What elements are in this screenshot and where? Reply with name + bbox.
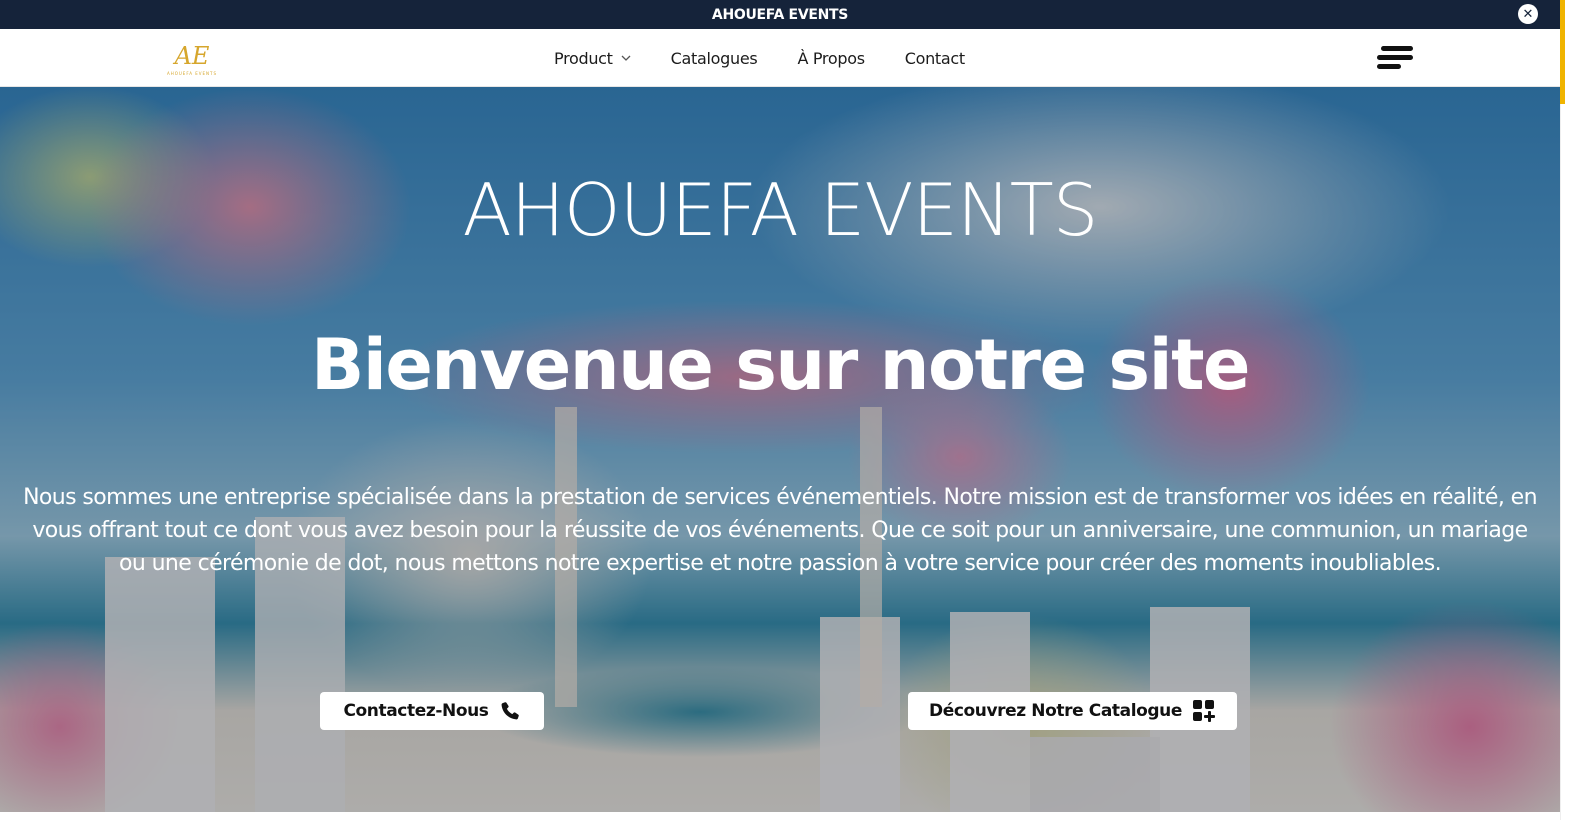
grid-plus-icon: [1193, 700, 1216, 722]
site-header: AE AHOUEFA EVENTS Product Catalogues À P…: [0, 29, 1560, 87]
discover-catalog-label: Découvrez Notre Catalogue: [928, 701, 1183, 721]
nav-item-contact[interactable]: Contact: [905, 49, 965, 68]
nav-item-label: Catalogues: [670, 48, 758, 68]
scrollbar-thumb[interactable]: [1560, 0, 1565, 104]
nav-item-label: Product: [554, 48, 613, 68]
page-bottom-edge: [0, 812, 1560, 820]
hero-section: AHOUEFA EVENTS Bienvenue sur notre site …: [0, 87, 1560, 812]
nav-item-label: Contact: [904, 48, 965, 68]
close-icon[interactable]: ✕: [1518, 4, 1538, 24]
contact-us-button[interactable]: Contactez-Nous: [320, 692, 544, 730]
nav-item-a-propos[interactable]: À Propos: [797, 48, 865, 68]
hero-description: Nous sommes une entreprise spécialisée d…: [23, 485, 1537, 576]
main-nav: Product Catalogues À Propos Contact: [554, 29, 965, 87]
logo-mark: AE: [174, 42, 210, 70]
announcement-bar: AHOUEFA EVENTS ✕: [0, 0, 1560, 29]
logo[interactable]: AE AHOUEFA EVENTS: [166, 36, 218, 84]
discover-catalog-button[interactable]: Découvrez Notre Catalogue: [908, 692, 1237, 730]
nav-item-product[interactable]: Product: [554, 49, 631, 68]
announcement-text: AHOUEFA EVENTS: [711, 6, 849, 23]
logo-subtitle: AHOUEFA EVENTS: [166, 71, 218, 76]
nav-item-label: À Propos: [797, 48, 865, 68]
contact-us-label: Contactez-Nous: [343, 701, 489, 721]
nav-item-catalogues[interactable]: Catalogues: [671, 49, 758, 68]
scrollbar[interactable]: [1560, 0, 1582, 820]
phone-icon: [501, 702, 519, 720]
chevron-down-icon: [621, 55, 631, 61]
hero-welcome-heading: Bienvenue sur notre site: [310, 324, 1251, 406]
menu-icon[interactable]: [1377, 44, 1415, 72]
hero-brand-title: AHOUEFA EVENTS: [462, 168, 1099, 252]
